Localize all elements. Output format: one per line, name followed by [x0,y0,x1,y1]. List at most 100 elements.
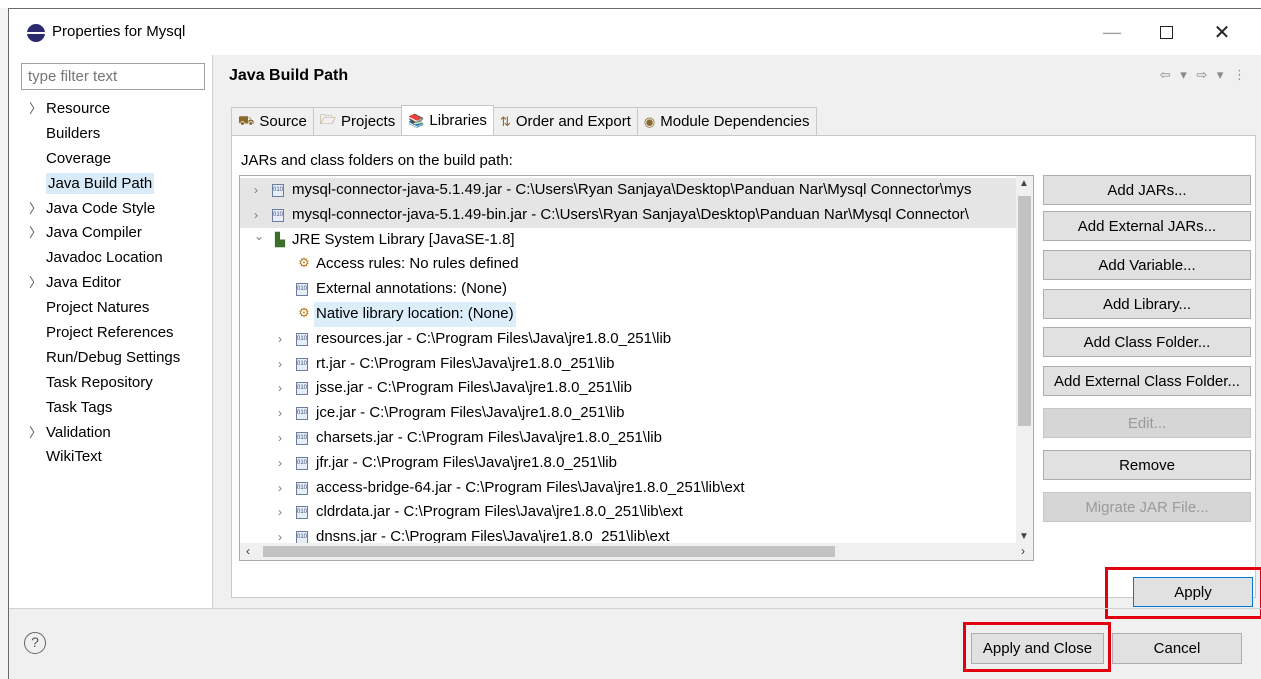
nav-item-label: Java Compiler [46,224,142,242]
nav-item[interactable]: 〉 Resource [9,97,213,122]
nav-item[interactable]: Builders [9,122,213,147]
tree-row[interactable]: › 010 mysql-connector-java-5.1.49-bin.jar … [240,202,1016,228]
tree-row[interactable]: › 010 jsse.jar - C:\Program Files\Java\jre… [240,376,1016,401]
nav-item[interactable]: Project Natures [9,296,213,321]
nav-item[interactable]: Task Repository [9,371,213,396]
vertical-scrollbar[interactable]: ▲ ▼ [1016,176,1033,544]
nav-item[interactable]: Task Tags [9,396,213,421]
add-jars-button[interactable]: Add JARs... [1043,175,1251,205]
tab-bar: ⛟ Source 🗁 Projects 📚 Libraries ⇅ Order and Exp… [231,105,817,135]
tab-projects[interactable]: 🗁 Projects [312,107,403,135]
help-icon[interactable]: ? [24,632,46,654]
nav-item[interactable]: Coverage [9,147,213,172]
libraries-icon: 📚 [408,112,425,128]
tree-row[interactable]: ⌄ ▙ JRE System Library [JavaSE-1.8] [240,228,1016,253]
chevron-right-icon[interactable]: 〉 [29,197,42,221]
chevron-down-icon[interactable]: ⌄ [254,228,264,249]
remove-button[interactable]: Remove [1043,450,1251,480]
scroll-up-icon[interactable]: ▲ [1019,178,1029,189]
nav-item[interactable]: 〉 Java Code Style [9,197,213,222]
nav-item[interactable]: Javadoc Location [9,246,213,271]
jar-file-icon: 010 [296,407,308,421]
scroll-left-icon[interactable]: ‹ [246,544,250,558]
add-variable-button[interactable]: Add Variable... [1043,250,1251,280]
tree-row-label: Native library location: (None) [314,301,516,327]
chevron-right-icon[interactable]: › [278,451,282,476]
nav-item[interactable]: 〉 Java Compiler [9,221,213,246]
tree-row-label: mysql-connector-java-5.1.49-bin.jar - C:… [292,205,969,223]
tree-row[interactable]: ⚙ Native library location: (None) [240,301,1016,327]
add-external-jars-button[interactable]: Add External JARs... [1043,211,1251,241]
tree-row-label: jfr.jar - C:\Program Files\Java\jre1.8.0… [316,453,617,471]
horizontal-scroll-thumb[interactable] [263,546,835,557]
nav-item-label: Run/Debug Settings [46,348,181,366]
nav-item[interactable]: Java Build Path [9,172,213,197]
tab-module-dependencies[interactable]: ◉ Module Dependencies [636,107,817,135]
tree-row[interactable]: ⚙ Access rules: No rules defined [240,252,1016,277]
tab-order-and-export[interactable]: ⇅ Order and Export [492,107,638,135]
tree-row-label: mysql-connector-java-5.1.49.jar - C:\Use… [292,181,972,198]
minimize-button[interactable]: — [1089,15,1135,49]
bottom-divider [9,608,1261,609]
close-button[interactable]: ✕ [1199,15,1245,49]
nav-item-label: Javadoc Location [46,249,163,267]
add-library-button[interactable]: Add Library... [1043,289,1251,319]
tree-row[interactable]: › 010 mysql-connector-java-5.1.49.jar - C:… [240,178,1016,203]
nav-item[interactable]: WikiText [9,445,213,470]
filter-input[interactable] [21,63,205,90]
tree-row-label: cldrdata.jar - C:\Program Files\Java\jre… [316,503,683,521]
chevron-right-icon[interactable]: 〉 [29,221,42,245]
tree-row-label: JRE System Library [JavaSE-1.8] [292,230,515,248]
history-navigation[interactable]: ⇦ ▾ ⇨ ▾ ⋮ [1160,67,1249,83]
chevron-right-icon[interactable]: › [278,352,282,377]
add-class-folder-button[interactable]: Add Class Folder... [1043,327,1251,357]
nav-item[interactable]: Run/Debug Settings [9,346,213,371]
tree-rows: › 010 mysql-connector-java-5.1.49.jar - C:… [240,178,1016,550]
maximize-button[interactable] [1143,15,1189,49]
nav-item-label: Java Code Style [46,199,156,217]
chevron-right-icon[interactable]: › [278,401,282,426]
tab-libraries[interactable]: 📚 Libraries [401,105,494,135]
chevron-right-icon[interactable]: 〉 [29,421,42,445]
scroll-right-icon[interactable]: › [1021,544,1025,558]
jar-file-icon: 010 [272,184,284,197]
libraries-tree[interactable]: › 010 mysql-connector-java-5.1.49.jar - C:… [239,175,1034,561]
jar-file-icon: 010 [296,506,308,520]
nav-item[interactable]: 〉 Validation [9,421,213,446]
chevron-right-icon[interactable]: › [278,500,282,525]
chevron-right-icon[interactable]: › [254,178,258,203]
tree-row-label: External annotations: (None) [316,280,507,298]
nav-item[interactable]: Project References [9,321,213,346]
eclipse-icon [27,24,45,42]
nav-item-label: Project Natures [46,299,150,317]
source-folder-icon: ⛟ [238,112,255,128]
chevron-right-icon[interactable]: › [278,426,282,451]
tree-row[interactable]: › 010 resources.jar - C:\Program Files\Jav… [240,327,1016,352]
tree-row[interactable]: › 010 rt.jar - C:\Program Files\Java\jre1.… [240,352,1016,377]
tree-row[interactable]: › 010 access-bridge-64.jar - C:\Program Fi… [240,476,1016,501]
tree-row-label: charsets.jar - C:\Program Files\Java\jre… [316,428,662,446]
cancel-button[interactable]: Cancel [1112,633,1242,664]
tree-row[interactable]: › 010 charsets.jar - C:\Program Files\Java… [240,426,1016,451]
migrate-jar-file-button[interactable]: Migrate JAR File... [1043,492,1251,522]
tree-row[interactable]: › 010 cldrdata.jar - C:\Program Files\Java… [240,500,1016,525]
edit-button[interactable]: Edit... [1043,408,1251,438]
tree-row[interactable]: › 010 jce.jar - C:\Program Files\Java\jre1… [240,401,1016,426]
chevron-right-icon[interactable]: › [278,376,282,401]
horizontal-scrollbar[interactable]: ‹ › [240,543,1033,560]
chevron-right-icon[interactable]: 〉 [29,97,42,121]
tree-row[interactable]: 010 External annotations: (None) [240,277,1016,302]
chevron-right-icon[interactable]: › [278,327,282,352]
vertical-scroll-thumb[interactable] [1018,196,1031,426]
add-external-class-folder-button[interactable]: Add External Class Folder... [1043,366,1251,396]
tab-source[interactable]: ⛟ Source [231,107,314,135]
nav-item[interactable]: 〉 Java Editor [9,271,213,296]
chevron-right-icon[interactable]: › [254,203,258,228]
tree-row[interactable]: › 010 jfr.jar - C:\Program Files\Java\jre1… [240,451,1016,476]
scroll-down-icon[interactable]: ▼ [1019,531,1029,542]
nav-item-label: WikiText [46,448,102,466]
chevron-right-icon[interactable]: 〉 [29,271,42,295]
chevron-right-icon[interactable]: › [278,476,282,501]
apply-and-close-button[interactable]: Apply and Close [971,633,1104,664]
apply-button[interactable]: Apply [1133,577,1253,607]
